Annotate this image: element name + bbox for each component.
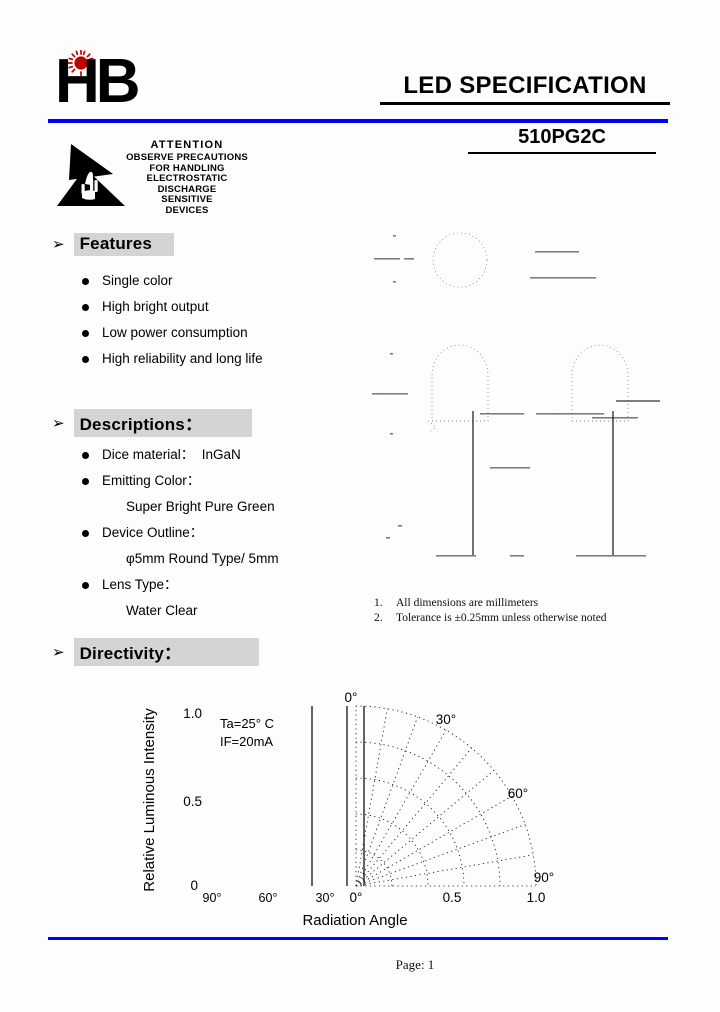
- esd-line-5: SENSITIVE: [161, 194, 213, 205]
- footer-divider: [48, 937, 668, 940]
- esd-warning-block: ATTENTION OBSERVE PRECAUTIONS FOR HANDLI…: [55, 134, 255, 224]
- section-header-features: ➢ Features: [52, 233, 175, 256]
- chart-xlabel: Radiation Angle: [302, 912, 407, 929]
- note-row: 2. Tolerance is ±0.25mm unless otherwise…: [374, 611, 674, 626]
- chart-xtick-30deg: 30°: [316, 891, 335, 905]
- note-text: All dimensions are millimeters: [396, 597, 539, 609]
- list-item-sub: φ5mm Round Type/ 5mm: [126, 551, 279, 566]
- page-title: LED SPECIFICATION: [380, 72, 670, 105]
- list-item: High bright output: [78, 294, 263, 320]
- list-item: High reliability and long life: [78, 346, 263, 372]
- esd-line-6: DEVICES: [165, 204, 209, 216]
- features-list: Single color High bright output Low powe…: [78, 268, 263, 372]
- chart-annotation-current: IF=20mA: [220, 734, 273, 749]
- list-item: Dice material： InGaN: [78, 442, 279, 468]
- list-item-sub: Water Clear: [126, 603, 198, 618]
- package-outline-drawing: [372, 232, 660, 557]
- drawing-notes: 1. All dimensions are millimeters 2. Tol…: [374, 596, 674, 626]
- list-item-sub: Super Bright Pure Green: [126, 499, 275, 514]
- side-view-body-right: [571, 344, 629, 422]
- chart-ylabel: Relative Luminous Intensity: [141, 708, 158, 892]
- esd-title: ATTENTION: [150, 139, 224, 151]
- top-view-circle: [432, 232, 488, 288]
- chart-xtick-1p0: 1.0: [527, 890, 546, 905]
- logo-text: HB: [55, 47, 141, 116]
- esd-text-block: ATTENTION OBSERVE PRECAUTIONS FOR HANDLI…: [117, 139, 257, 216]
- section-title-features: Features: [73, 233, 175, 256]
- chart-xtick-0p5: 0.5: [443, 890, 462, 905]
- datasheet-page: HB LED SPECIFICATION 510PG2C ATTENTION O…: [0, 0, 720, 1012]
- arrow-bullet-icon: ➢: [52, 643, 65, 661]
- list-item: Single color: [78, 268, 263, 294]
- note-row: 1. All dimensions are millimeters: [374, 596, 674, 611]
- section-header-directivity: ➢ Directivity：: [52, 638, 260, 666]
- arrow-bullet-icon: ➢: [52, 236, 65, 253]
- esd-line-3: ELECTROSTATIC: [146, 173, 228, 184]
- section-title-directivity: Directivity：: [73, 638, 260, 666]
- chart-xtick-0deg: 0°: [350, 890, 363, 905]
- note-text: Tolerance is ±0.25mm unless otherwise no…: [396, 612, 607, 624]
- side-view-body-left: [431, 344, 489, 422]
- directivity-chart: Relative Luminous Intensity 1.0 0.5 0 Ta…: [141, 690, 554, 929]
- note-number: 2.: [374, 612, 383, 624]
- polar-label-30deg: 30°: [436, 712, 456, 727]
- polar-label-90deg: 90°: [534, 870, 554, 885]
- chart-annotation-temp: Ta=25° C: [220, 716, 274, 731]
- chart-ytick-1p0: 1.0: [183, 706, 202, 721]
- list-item: Low power consumption: [78, 320, 263, 346]
- section-header-descriptions: ➢ Descriptions：: [52, 409, 253, 437]
- polar-label-60deg: 60°: [508, 786, 528, 801]
- chart-xtick-90deg: 90°: [203, 891, 222, 905]
- list-item: Lens Type：: [78, 572, 279, 598]
- polar-label-0deg: 0°: [345, 690, 358, 705]
- chart-xtick-60deg: 60°: [259, 891, 278, 905]
- header-divider: [48, 119, 668, 123]
- section-title-descriptions: Descriptions：: [73, 409, 253, 437]
- descriptions-list: Dice material： InGaN Emitting Color： Sup…: [78, 442, 279, 624]
- list-item: Device Outline：: [78, 520, 279, 546]
- esd-line-1: OBSERVE PRECAUTIONS: [126, 152, 248, 163]
- page-number: Page: 1: [395, 957, 435, 972]
- list-item: Emitting Color：: [78, 468, 279, 494]
- arrow-bullet-icon: ➢: [52, 414, 65, 432]
- note-number: 1.: [374, 597, 383, 609]
- company-logo: HB: [55, 47, 165, 116]
- part-number: 510PG2C: [468, 126, 656, 154]
- chart-ytick-0: 0: [190, 878, 198, 893]
- chart-ytick-0p5: 0.5: [183, 794, 202, 809]
